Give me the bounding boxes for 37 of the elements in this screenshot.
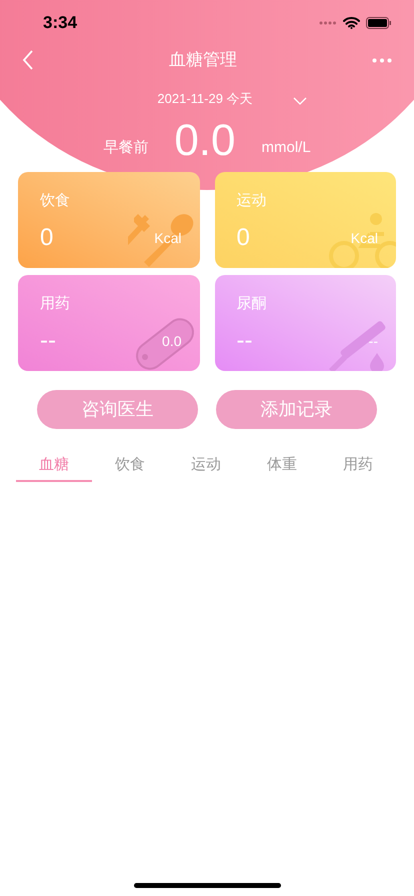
card-unit: Kcal — [350, 229, 378, 248]
card-title: 用药 — [40, 294, 70, 314]
card-title: 运动 — [236, 191, 266, 211]
tab[interactable]: 用药 — [320, 450, 396, 482]
stat-card[interactable]: 饮食 0 Kcal — [18, 172, 200, 268]
stat-card[interactable]: 用药 -- 0.0 — [18, 275, 200, 371]
tab[interactable]: 饮食 — [92, 450, 168, 482]
back-icon[interactable] — [22, 50, 34, 70]
card-value: -- — [40, 326, 56, 356]
meal-label: 早餐前 — [103, 138, 148, 158]
cyclist-icon — [328, 212, 396, 268]
tab[interactable]: 运动 — [168, 450, 244, 482]
page-title: 血糖管理 — [169, 49, 237, 72]
card-value: 0 — [40, 223, 54, 253]
card-title: 饮食 — [40, 191, 70, 211]
card-unit: Kcal — [154, 229, 182, 248]
card-value: 0 — [236, 223, 250, 253]
date-label[interactable]: 2021-11-29 今天 — [157, 88, 253, 108]
stat-card[interactable]: 尿酮 -- -- — [214, 275, 396, 371]
action-button[interactable]: 添加记录 — [216, 390, 377, 429]
wifi-icon — [343, 17, 360, 29]
fork-spoon-icon — [128, 212, 196, 268]
glucose-value: 0.0 — [174, 119, 236, 163]
unit-label: mmol/L — [261, 138, 311, 158]
tab[interactable]: 血糖 — [16, 450, 92, 482]
signal-icon — [319, 21, 337, 25]
battery-icon — [366, 17, 392, 29]
status-time: 3:34 — [43, 12, 78, 34]
card-title: 尿酮 — [236, 294, 266, 314]
action-button[interactable]: 咨询医生 — [37, 390, 198, 429]
card-value: -- — [236, 326, 252, 356]
more-icon[interactable] — [372, 58, 392, 62]
chevron-down-icon[interactable] — [292, 97, 307, 105]
card-unit: 0.0 — [162, 332, 182, 351]
tab[interactable]: 体重 — [244, 450, 320, 482]
card-unit: -- — [368, 332, 378, 351]
stat-card[interactable]: 运动 0 Kcal — [214, 172, 396, 268]
